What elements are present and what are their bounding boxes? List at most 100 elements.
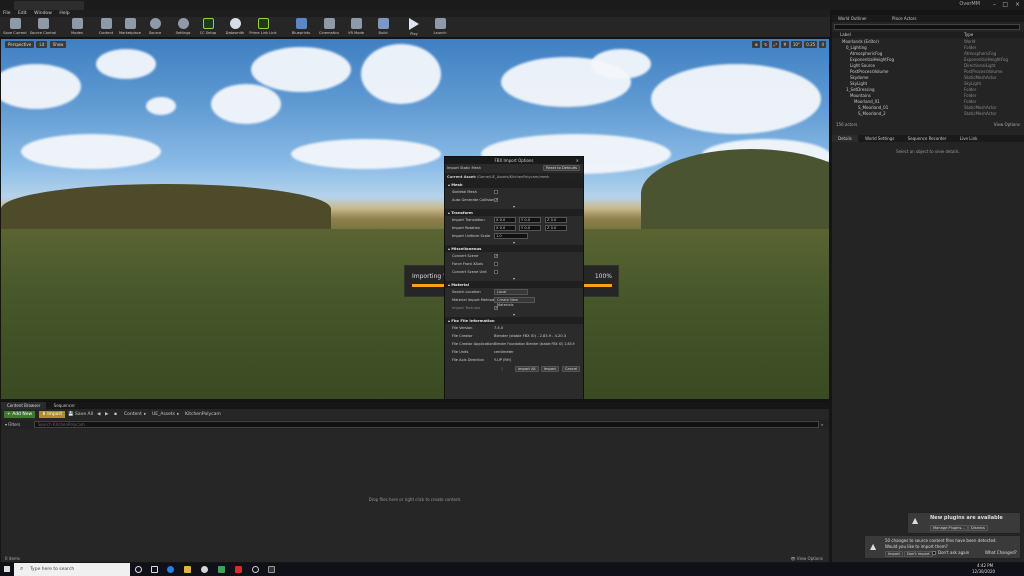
help-icon[interactable]: ? (501, 366, 503, 374)
rotation-snap-value[interactable]: 10° (790, 41, 802, 48)
rotation-x-input[interactable]: X 0.0 (494, 225, 516, 231)
back-icon[interactable]: ◀ (97, 411, 100, 418)
outliner-view-options[interactable]: View Options (994, 122, 1020, 127)
rotate-icon[interactable]: ↻ (762, 41, 770, 48)
cc-setup-button[interactable]: CC Setup (193, 17, 223, 38)
dont-ask-checkbox[interactable] (932, 551, 936, 555)
force-front-xaxis-checkbox[interactable] (494, 262, 498, 266)
search-input[interactable]: Search KitchenPolycam (34, 421, 819, 428)
auto-collision-checkbox[interactable] (494, 196, 498, 204)
translation-x-input[interactable]: X 0.0 (494, 217, 516, 223)
skeletal-mesh-checkbox[interactable] (494, 190, 498, 194)
menu-edit[interactable]: Edit (18, 11, 27, 16)
file-explorer-icon[interactable] (184, 566, 191, 573)
filters-button[interactable]: ▾ Filters (5, 421, 20, 428)
menu-file[interactable]: File (3, 11, 11, 16)
manage-plugins-button[interactable]: Manage Plugins... (930, 525, 968, 531)
import-button[interactable]: Import (541, 366, 559, 372)
source-control-button[interactable]: Source Control (28, 17, 58, 38)
dismiss-button[interactable]: Dismiss (968, 525, 988, 531)
tab-sequencer[interactable]: Sequencer (48, 402, 81, 409)
rotation-y-input[interactable]: Y 0.0 (519, 225, 541, 231)
column-label[interactable]: Label (840, 32, 851, 37)
chrome-icon[interactable] (201, 566, 208, 573)
minimize-icon[interactable]: – (993, 1, 996, 8)
close-icon[interactable]: × (576, 157, 579, 164)
level-tab[interactable] (14, 1, 84, 10)
clock-time[interactable]: 4:42 PM (977, 563, 993, 568)
close-icon[interactable]: × (1015, 1, 1020, 8)
import-textures-checkbox[interactable] (494, 304, 498, 312)
translation-z-input[interactable]: Z 0.0 (545, 217, 567, 223)
uniform-scale-input[interactable]: 1.0 (494, 233, 528, 239)
menu-help[interactable]: Help (59, 11, 69, 16)
menu-window[interactable]: Window (34, 11, 52, 16)
reset-to-defaults-button[interactable]: Reset to Defaults (543, 165, 580, 171)
level-viewport[interactable]: Perspective Lit Show ⊕ ↻ ⤢ # 10° 0.25 4 (1, 39, 829, 399)
build-button[interactable]: Build (368, 17, 398, 38)
launch-button[interactable]: Launch (425, 17, 455, 38)
show-button[interactable]: Show (49, 41, 67, 48)
breadcrumb-ue-assets[interactable]: UE_Assets (152, 411, 175, 418)
camera-speed-value[interactable]: 4 (819, 41, 826, 48)
material-method-dropdown[interactable]: Create New Materials (494, 297, 535, 307)
acrobat-icon[interactable] (235, 566, 242, 573)
what-changed-link[interactable]: What Changed? (985, 550, 1017, 555)
tab-world-outliner[interactable]: World Outliner (838, 16, 867, 21)
unreal-icon[interactable] (268, 566, 275, 573)
cinematics-button[interactable]: Cinematics (314, 17, 344, 38)
app-icon[interactable] (218, 566, 225, 573)
tab-details[interactable]: Details (832, 135, 858, 142)
task-view-icon[interactable] (151, 566, 158, 573)
import-button[interactable]: ⬇ Import (39, 411, 66, 418)
list-item[interactable]: S_Moorland_2 StaticMeshActor (832, 111, 1024, 117)
section-material[interactable]: ▴ Material (445, 281, 583, 288)
section-mesh[interactable]: ▴ Mesh (445, 181, 583, 188)
prime-link-button[interactable]: Prime Link Link (248, 17, 278, 38)
tab-sequence-recorder[interactable]: Sequence Recorder (902, 135, 953, 142)
translation-y-input[interactable]: Y 0.0 (519, 217, 541, 223)
vr-mode-button[interactable]: VR Mode (341, 17, 371, 38)
cortana-icon[interactable] (135, 566, 142, 573)
windows-start-icon[interactable] (4, 566, 10, 572)
grid-icon[interactable]: # (781, 41, 789, 48)
outliner-search-input[interactable] (834, 24, 1020, 30)
save-current-button[interactable]: Save Current (0, 17, 30, 38)
add-new-button[interactable]: + Add New (4, 411, 36, 418)
scale-snap-value[interactable]: 0.25 (804, 41, 818, 48)
import-all-button[interactable]: Import All (515, 366, 539, 372)
tab-world-settings[interactable]: World Settings (859, 135, 900, 142)
breadcrumb-kitchenpolycam[interactable]: KitchenPolycam (185, 411, 221, 418)
save-all-button[interactable]: 💾 Save All (68, 411, 93, 418)
dont-import-button[interactable]: Don't Import (904, 551, 933, 557)
column-type[interactable]: Type (964, 32, 973, 37)
edge-icon[interactable] (167, 566, 174, 573)
maximize-icon[interactable]: □ (1002, 1, 1008, 8)
search-location-dropdown[interactable]: Local (494, 289, 528, 295)
section-misc[interactable]: ▴ Miscellaneous (445, 245, 583, 252)
source-button[interactable]: Source (140, 17, 170, 38)
forward-icon[interactable]: ▶ (105, 411, 108, 418)
section-fbx-info[interactable]: ▴ Fbx File Information (445, 317, 583, 324)
view-options-button[interactable]: 👁 View Options (790, 556, 823, 561)
taskbar-search-input[interactable]: Type here to search (14, 563, 130, 576)
datasmith-button[interactable]: Datasmith (220, 17, 250, 38)
tab-content-browser[interactable]: Content Browser (1, 402, 47, 409)
tab-live-link[interactable]: Live Link (954, 135, 984, 142)
lit-button[interactable]: Lit (36, 41, 48, 48)
perspective-button[interactable]: Perspective (5, 41, 35, 48)
source-import-button[interactable]: Import (885, 551, 903, 557)
modes-button[interactable]: Modes (62, 17, 92, 38)
convert-scene-checkbox[interactable] (494, 252, 498, 260)
rotation-z-input[interactable]: Z 0.0 (545, 225, 567, 231)
scale-icon[interactable]: ⤢ (771, 41, 779, 48)
breadcrumb-content[interactable]: Content (124, 411, 142, 418)
clock-date[interactable]: 12/30/2020 (972, 569, 995, 574)
obs-icon[interactable] (252, 566, 259, 573)
section-transform[interactable]: ▴ Transform (445, 209, 583, 216)
transform-icon[interactable]: ⊕ (752, 41, 760, 48)
tab-place-actors[interactable]: Place Actors (892, 16, 917, 21)
cancel-button[interactable]: Cancel (562, 366, 581, 372)
blueprints-button[interactable]: Blueprints (286, 17, 316, 38)
convert-scene-unit-checkbox[interactable] (494, 270, 498, 274)
